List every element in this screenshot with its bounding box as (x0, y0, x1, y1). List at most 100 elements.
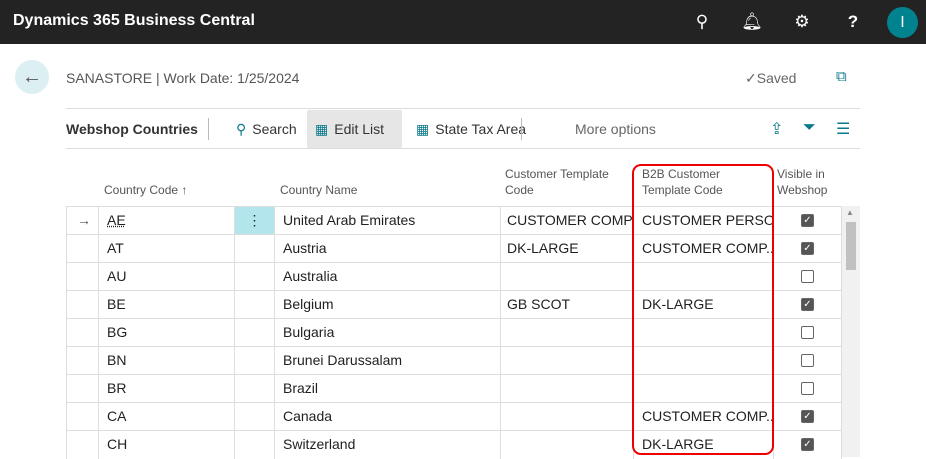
row-actions-dots-icon[interactable] (234, 263, 274, 291)
table-row[interactable]: BG Bulgaria (66, 318, 842, 347)
row-actions-dots-icon[interactable] (234, 291, 274, 319)
column-header-customer-template[interactable]: Customer Template Code (505, 166, 625, 198)
help-icon[interactable]: ? (841, 10, 865, 34)
divider (66, 108, 860, 109)
customer-template-cell[interactable] (500, 431, 633, 459)
country-code-cell[interactable]: BR (98, 375, 234, 403)
country-name-cell[interactable]: Brazil (274, 375, 500, 403)
table-edit-icon: ▦ (416, 120, 430, 137)
visible-checkbox[interactable]: ✓ (801, 410, 814, 423)
b2b-template-cell[interactable] (633, 347, 773, 375)
search-icon: ⚲ (236, 120, 247, 137)
row-actions-dots-icon[interactable] (234, 431, 274, 459)
customer-template-cell[interactable] (500, 319, 633, 347)
customer-template-cell[interactable]: DK-LARGE (500, 235, 633, 263)
avatar[interactable]: I (887, 7, 918, 38)
country-name-cell[interactable]: Bulgaria (274, 319, 500, 347)
divider (521, 118, 522, 140)
visible-checkbox[interactable] (801, 270, 814, 283)
saved-status: ✓Saved (745, 70, 797, 86)
country-name-cell[interactable]: United Arab Emirates (274, 207, 500, 235)
country-name-cell[interactable]: Canada (274, 403, 500, 431)
country-name-cell[interactable]: Brunei Darussalam (274, 347, 500, 375)
country-name-cell[interactable]: Switzerland (274, 431, 500, 459)
gear-icon[interactable]: ⚙ (790, 10, 814, 34)
search-button[interactable]: ⚲ Search (228, 110, 305, 148)
table-row[interactable]: BN Brunei Darussalam (66, 346, 842, 375)
customer-template-cell[interactable] (500, 403, 633, 431)
row-indicator-arrow-icon (66, 347, 98, 375)
scroll-up-icon[interactable]: ▲ (846, 208, 854, 217)
row-actions-dots-icon[interactable]: ⋮ (234, 207, 274, 235)
visible-checkbox[interactable] (801, 354, 814, 367)
divider (208, 118, 209, 140)
row-indicator-arrow-icon (66, 431, 98, 459)
country-code-cell[interactable]: CA (98, 403, 234, 431)
search-icon[interactable]: ⚲ (690, 10, 714, 34)
b2b-template-cell[interactable]: DK-LARGE (633, 291, 773, 319)
country-name-cell[interactable]: Australia (274, 263, 500, 291)
country-code-cell[interactable]: BG (98, 319, 234, 347)
table-row[interactable]: CA Canada CUSTOMER COMP... ✓ (66, 402, 842, 431)
country-code-cell[interactable]: BE (98, 291, 234, 319)
visible-checkbox[interactable]: ✓ (801, 298, 814, 311)
table-row[interactable]: BE Belgium GB SCOT DK-LARGE ✓ (66, 290, 842, 319)
table-row[interactable]: CH Switzerland DK-LARGE ✓ (66, 430, 842, 459)
b2b-template-cell[interactable] (633, 319, 773, 347)
filter-icon[interactable]: ⏷ (803, 119, 816, 137)
b2b-template-cell[interactable]: CUSTOMER COMP... (633, 235, 773, 263)
visible-checkbox[interactable]: ✓ (801, 438, 814, 451)
more-options-label: More options (575, 121, 656, 137)
country-name-cell[interactable]: Austria (274, 235, 500, 263)
open-new-window-icon[interactable]: ⧉ (836, 68, 847, 85)
b2b-template-cell[interactable] (633, 375, 773, 403)
table-row[interactable]: BR Brazil (66, 374, 842, 403)
customer-template-cell[interactable]: GB SCOT (500, 291, 633, 319)
table-row[interactable]: → AE ⋮ United Arab Emirates CUSTOMER COM… (66, 206, 842, 235)
row-actions-dots-icon[interactable] (234, 319, 274, 347)
visible-checkbox[interactable]: ✓ (801, 214, 814, 227)
b2b-template-cell[interactable]: CUSTOMER PERSON (633, 207, 773, 235)
customer-template-cell[interactable] (500, 375, 633, 403)
list-view-icon[interactable]: ☰ (836, 119, 850, 139)
b2b-template-cell[interactable] (633, 263, 773, 291)
more-options-button[interactable]: More options (567, 110, 664, 148)
column-header-country-code[interactable]: Country Code ↑ (104, 182, 187, 198)
bell-icon[interactable]: 🔔︎ (740, 10, 764, 34)
edit-list-label: Edit List (334, 121, 385, 137)
customer-template-cell[interactable] (500, 263, 633, 291)
row-actions-dots-icon[interactable] (234, 403, 274, 431)
visible-checkbox[interactable]: ✓ (801, 242, 814, 255)
country-name-cell[interactable]: Belgium (274, 291, 500, 319)
visible-checkbox[interactable] (801, 326, 814, 339)
row-actions-dots-icon[interactable] (234, 375, 274, 403)
country-code-cell[interactable]: BN (98, 347, 234, 375)
column-header-b2b-template[interactable]: B2B Customer Template Code (642, 166, 742, 198)
back-button[interactable]: ← (15, 60, 49, 94)
scrollbar[interactable]: ▲ (842, 206, 860, 457)
visible-checkbox[interactable] (801, 382, 814, 395)
table-row[interactable]: AT Austria DK-LARGE CUSTOMER COMP... ✓ (66, 234, 842, 263)
country-code-cell[interactable]: AE (98, 207, 234, 235)
state-tax-area-button[interactable]: ▦ State Tax Area (408, 110, 534, 148)
customer-template-cell[interactable]: CUSTOMER COMP... (500, 207, 633, 235)
arrow-left-icon: ← (22, 65, 42, 88)
country-code-cell[interactable]: AU (98, 263, 234, 291)
row-indicator-arrow-icon (66, 263, 98, 291)
row-actions-dots-icon[interactable] (234, 235, 274, 263)
customer-template-cell[interactable] (500, 347, 633, 375)
b2b-template-cell[interactable]: CUSTOMER COMP... (633, 403, 773, 431)
country-code-cell[interactable]: CH (98, 431, 234, 459)
column-header-visible[interactable]: Visible in Webshop (777, 166, 837, 198)
b2b-template-cell[interactable]: DK-LARGE (633, 431, 773, 459)
table-row[interactable]: AU Australia (66, 262, 842, 291)
country-code-cell[interactable]: AT (98, 235, 234, 263)
row-actions-dots-icon[interactable] (234, 347, 274, 375)
share-icon[interactable]: ⇪ (770, 119, 783, 139)
edit-list-button[interactable]: ▦ Edit List (307, 110, 402, 148)
scrollbar-thumb[interactable] (846, 222, 856, 270)
breadcrumb: SANASTORE | Work Date: 1/25/2024 (66, 70, 300, 86)
column-header-country-name[interactable]: Country Name (280, 182, 357, 198)
row-indicator-arrow-icon (66, 235, 98, 263)
app-title[interactable]: Dynamics 365 Business Central (13, 12, 255, 30)
